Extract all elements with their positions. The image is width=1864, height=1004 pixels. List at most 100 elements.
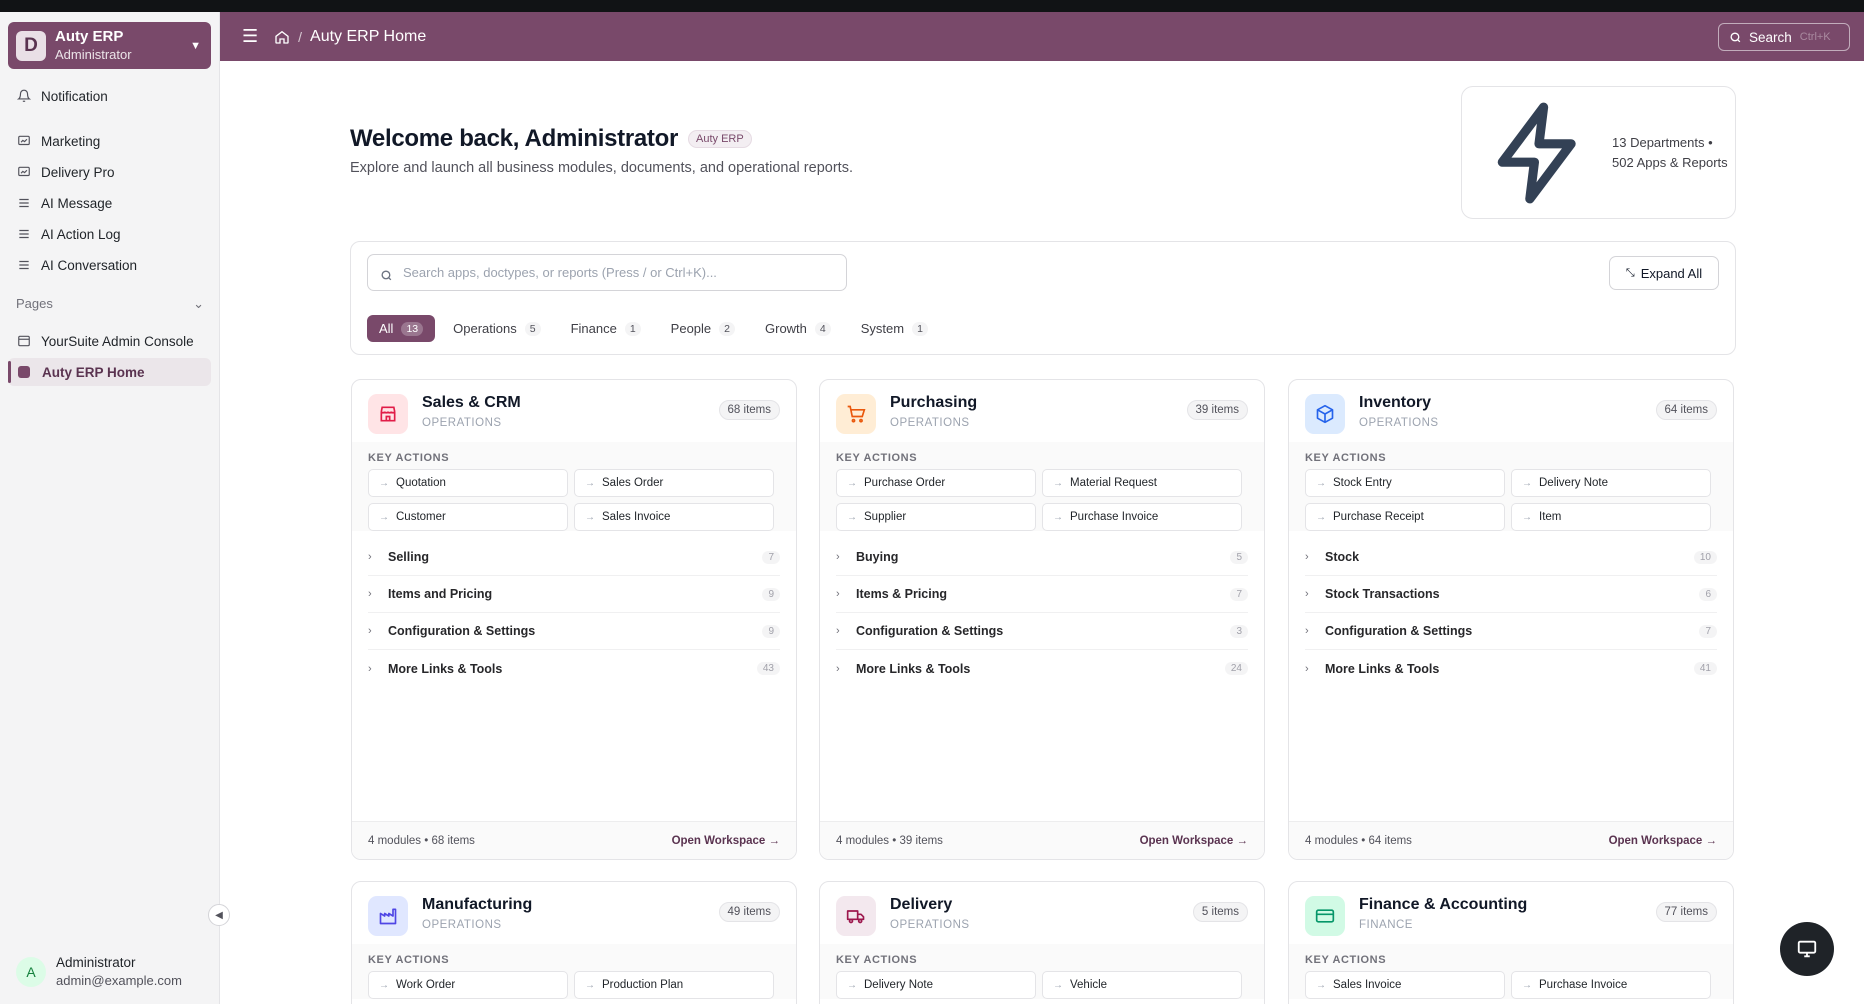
- action-button-customer[interactable]: → Customer: [368, 503, 568, 531]
- item-count-badge: 39 items: [1186, 400, 1248, 420]
- tab-operations[interactable]: Operations 5: [441, 315, 552, 342]
- action-button-purchase-invoice[interactable]: → Purchase Invoice: [1511, 971, 1711, 999]
- action-button-purchase-invoice[interactable]: → Purchase Invoice: [1042, 503, 1242, 531]
- arrow-right-icon: →: [585, 979, 595, 991]
- action-button-stock-entry[interactable]: → Stock Entry: [1305, 469, 1505, 497]
- header-search-button[interactable]: Search Ctrl+K: [1718, 23, 1850, 51]
- chevron-right-icon: ›: [836, 551, 840, 563]
- sidebar-item-marketing[interactable]: Marketing: [8, 127, 211, 155]
- action-button-item[interactable]: → Item: [1511, 503, 1711, 531]
- arrow-right-icon: →: [1316, 511, 1326, 523]
- card-title[interactable]: Finance & Accounting: [1359, 896, 1527, 914]
- tab-system[interactable]: System 1: [849, 315, 940, 342]
- sidebar-item-delivery-pro[interactable]: Delivery Pro: [8, 158, 211, 186]
- workspace-role: Administrator: [55, 46, 132, 62]
- action-button-sales-order[interactable]: → Sales Order: [574, 469, 774, 497]
- action-button-sales-invoice[interactable]: → Sales Invoice: [574, 503, 774, 531]
- item-count-badge: 64 items: [1655, 400, 1717, 420]
- category-filter-tabs: All 13 Operations 5 Finance 1 People 2 Growt…: [367, 315, 946, 342]
- action-button-delivery-note[interactable]: → Delivery Note: [836, 971, 1036, 999]
- module-row[interactable]: › Stock 10: [1305, 539, 1717, 576]
- card-title[interactable]: Inventory: [1359, 394, 1431, 412]
- user-profile[interactable]: A Administrator admin@example.com: [16, 954, 182, 990]
- sidebar-item-ai-conversation[interactable]: AI Conversation: [8, 251, 211, 279]
- menu-icon[interactable]: ☰: [242, 26, 258, 47]
- card-header: Delivery OPERATIONS 5 items: [820, 882, 1264, 944]
- card-title[interactable]: Sales & CRM: [422, 394, 521, 412]
- module-row[interactable]: › Stock Transactions 6: [1305, 576, 1717, 613]
- top-header: ☰ / Auty ERP Home Search Ctrl+K: [220, 12, 1864, 61]
- module-row[interactable]: › More Links & Tools 43: [368, 650, 780, 687]
- tab-label: Finance: [570, 321, 617, 336]
- open-workspace-link[interactable]: Open Workspace →: [1140, 835, 1248, 847]
- sidebar-item-ai-action-log[interactable]: AI Action Log: [8, 220, 211, 248]
- module-row[interactable]: › More Links & Tools 24: [836, 650, 1248, 687]
- module-card-finance-accounting: Finance & Accounting FINANCE 77 items KE…: [1288, 881, 1734, 1004]
- tab-growth[interactable]: Growth 4: [753, 315, 843, 342]
- module-row[interactable]: › Configuration & Settings 7: [1305, 613, 1717, 650]
- module-row[interactable]: › Configuration & Settings 3: [836, 613, 1248, 650]
- sidebar-item-yoursuite-admin-console[interactable]: YourSuite Admin Console: [8, 327, 211, 355]
- action-button-sales-invoice[interactable]: → Sales Invoice: [1305, 971, 1505, 999]
- arrow-right-icon: →: [585, 511, 595, 523]
- module-row[interactable]: › More Links & Tools 41: [1305, 650, 1717, 687]
- sidebar-section-pages[interactable]: Pages ⌄: [16, 296, 204, 312]
- breadcrumb-separator: /: [298, 28, 303, 45]
- expand-all-button[interactable]: ⤡ Expand All: [1609, 256, 1719, 290]
- app-search-input[interactable]: Search apps, doctypes, or reports (Press…: [367, 254, 847, 291]
- action-label: Item: [1539, 511, 1562, 523]
- module-row[interactable]: › Selling 7: [368, 539, 780, 576]
- key-actions: KEY ACTIONS → Quotation → Sales Order → Cus…: [352, 442, 796, 531]
- key-actions-label: KEY ACTIONS: [368, 954, 450, 966]
- tab-count: 1: [912, 321, 928, 336]
- action-button-vehicle[interactable]: → Vehicle: [1042, 971, 1242, 999]
- key-actions: KEY ACTIONS → Work Order → Production Plan: [352, 944, 796, 999]
- sidebar-collapse-button[interactable]: ◀: [208, 904, 230, 926]
- key-actions: KEY ACTIONS → Stock Entry → Delivery Note …: [1289, 442, 1733, 531]
- action-label: Purchase Order: [864, 477, 946, 489]
- tab-count: 2: [719, 321, 735, 336]
- key-actions-label: KEY ACTIONS: [836, 954, 918, 966]
- module-count: 7: [1699, 624, 1717, 638]
- card-title[interactable]: Manufacturing: [422, 896, 532, 914]
- action-button-delivery-note[interactable]: → Delivery Note: [1511, 469, 1711, 497]
- action-button-purchase-order[interactable]: → Purchase Order: [836, 469, 1036, 497]
- module-row[interactable]: › Items & Pricing 7: [836, 576, 1248, 613]
- action-button-production-plan[interactable]: → Production Plan: [574, 971, 774, 999]
- tab-people[interactable]: People 2: [659, 315, 747, 342]
- chevron-right-icon: ›: [1305, 625, 1309, 637]
- home-icon[interactable]: [274, 29, 290, 45]
- sidebar-item-auty-erp-home[interactable]: Auty ERP Home: [8, 358, 211, 386]
- main-content: Welcome back, Administrator Auty ERP Exp…: [220, 61, 1864, 1004]
- action-button-purchase-receipt[interactable]: → Purchase Receipt: [1305, 503, 1505, 531]
- module-label: Items & Pricing: [856, 587, 947, 601]
- arrow-right-icon: →: [1053, 511, 1063, 523]
- action-button-work-order[interactable]: → Work Order: [368, 971, 568, 999]
- tab-finance[interactable]: Finance 1: [559, 315, 653, 342]
- sidebar-item-ai-message[interactable]: AI Message: [8, 189, 211, 217]
- card-header: Sales & CRM OPERATIONS 68 items: [352, 380, 796, 442]
- action-button-quotation[interactable]: → Quotation: [368, 469, 568, 497]
- action-button-material-request[interactable]: → Material Request: [1042, 469, 1242, 497]
- summary-card: 13 Departments • 502 Apps & Reports: [1461, 86, 1736, 219]
- action-label: Material Request: [1070, 477, 1157, 489]
- desk-toggle-button[interactable]: [1780, 922, 1834, 976]
- module-row[interactable]: › Configuration & Settings 9: [368, 613, 780, 650]
- open-workspace-link[interactable]: Open Workspace →: [1609, 835, 1717, 847]
- breadcrumb-current[interactable]: Auty ERP Home: [310, 28, 426, 46]
- open-workspace-link[interactable]: Open Workspace →: [672, 835, 780, 847]
- sidebar-item-notification[interactable]: Notification: [8, 82, 211, 110]
- action-label: Purchase Receipt: [1333, 511, 1424, 523]
- card-title[interactable]: Purchasing: [890, 394, 977, 412]
- module-row[interactable]: › Items and Pricing 9: [368, 576, 780, 613]
- lightning-icon: [1497, 102, 1576, 203]
- card-title[interactable]: Delivery: [890, 896, 952, 914]
- workspace-switcher[interactable]: D Auty ERP Administrator ▼: [8, 22, 211, 69]
- arrow-right-icon: →: [1522, 979, 1532, 991]
- workspace-avatar: D: [16, 30, 46, 61]
- action-button-supplier[interactable]: → Supplier: [836, 503, 1036, 531]
- module-row[interactable]: › Buying 5: [836, 539, 1248, 576]
- sidebar-item-label: Marketing: [41, 133, 101, 149]
- tab-all[interactable]: All 13: [367, 315, 436, 342]
- module-count: 7: [762, 550, 780, 564]
